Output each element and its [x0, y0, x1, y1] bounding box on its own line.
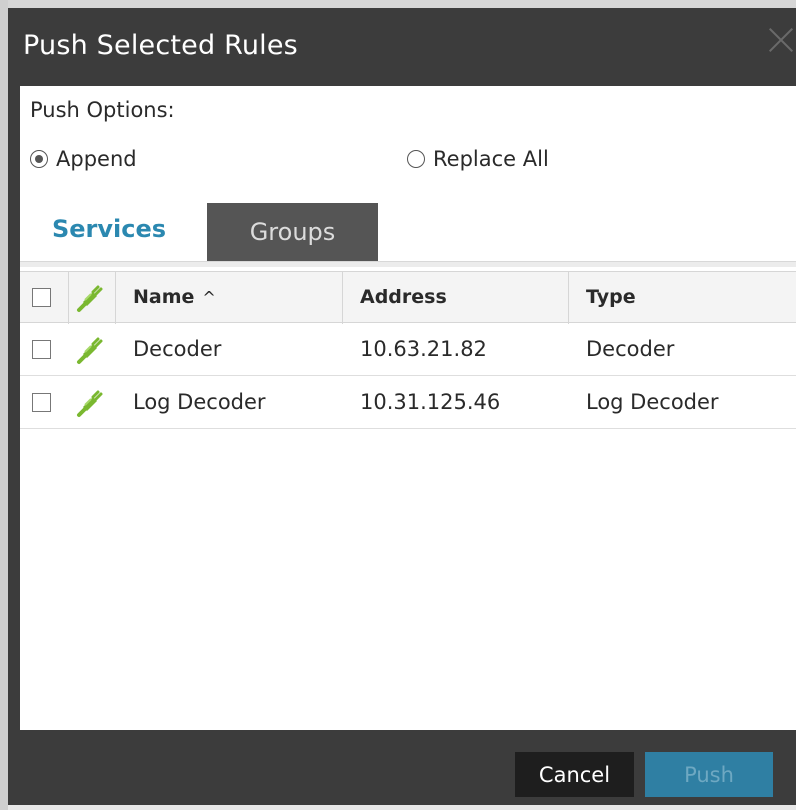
row-type: Decoder	[586, 337, 675, 361]
plug-icon	[77, 337, 103, 364]
push-rules-dialog: Push Selected Rules Push Options: Append…	[8, 8, 796, 805]
append-option[interactable]: Append	[30, 144, 137, 174]
row-checkbox-cell	[32, 376, 51, 428]
row-checkbox-cell	[32, 323, 51, 375]
plug-icon	[77, 285, 103, 312]
row-plug-cell	[73, 323, 107, 375]
row-checkbox[interactable]	[32, 392, 51, 412]
row-type: Log Decoder	[586, 390, 719, 414]
dialog-title: Push Selected Rules	[23, 30, 298, 61]
select-all-checkbox[interactable]	[32, 287, 51, 307]
column-separator	[342, 272, 343, 324]
tab-services[interactable]: Services	[20, 196, 198, 261]
services-grid: Name ^ Address Type Decoder 10.63.21.82 …	[20, 271, 796, 738]
backdrop	[0, 0, 796, 8]
column-separator	[68, 272, 69, 324]
row-name: Log Decoder	[133, 390, 266, 414]
column-name-header[interactable]: Name ^	[133, 272, 216, 322]
row-name: Decoder	[133, 337, 222, 361]
row-address: 10.63.21.82	[360, 337, 487, 361]
column-name-label: Name	[133, 286, 195, 308]
sort-ascending-icon: ^	[202, 287, 216, 307]
column-separator	[568, 272, 569, 324]
select-all-cell	[32, 272, 51, 322]
replace-all-radio[interactable]	[407, 150, 425, 168]
backdrop-edge	[0, 0, 8, 810]
push-button[interactable]: Push	[645, 752, 773, 797]
tab-groups[interactable]: Groups	[207, 203, 378, 261]
column-type-header[interactable]: Type	[586, 272, 636, 322]
close-icon[interactable]	[768, 26, 794, 52]
grid-header: Name ^ Address Type	[20, 271, 796, 324]
row-address: 10.31.125.46	[360, 390, 501, 414]
tab-divider	[20, 261, 796, 267]
dialog-titlebar: Push Selected Rules	[8, 8, 796, 86]
dialog-footer: Cancel Push	[8, 730, 796, 805]
row-plug-cell	[73, 376, 107, 428]
column-separator	[115, 272, 116, 324]
header-plug-cell	[73, 272, 107, 322]
table-row[interactable]: Decoder 10.63.21.82 Decoder	[20, 323, 796, 376]
cancel-button[interactable]: Cancel	[515, 752, 634, 797]
table-row[interactable]: Log Decoder 10.31.125.46 Log Decoder	[20, 376, 796, 429]
append-radio[interactable]	[30, 150, 48, 168]
replace-all-option[interactable]: Replace All	[407, 144, 549, 174]
append-label: Append	[56, 147, 137, 171]
push-options-label: Push Options:	[30, 98, 175, 122]
tab-bar: Services Groups	[20, 196, 796, 271]
replace-all-label: Replace All	[433, 147, 549, 171]
column-address-header[interactable]: Address	[360, 272, 447, 322]
row-checkbox[interactable]	[32, 339, 51, 359]
push-options-panel: Push Options: Append Replace All Service…	[20, 86, 796, 271]
plug-icon	[77, 390, 103, 417]
